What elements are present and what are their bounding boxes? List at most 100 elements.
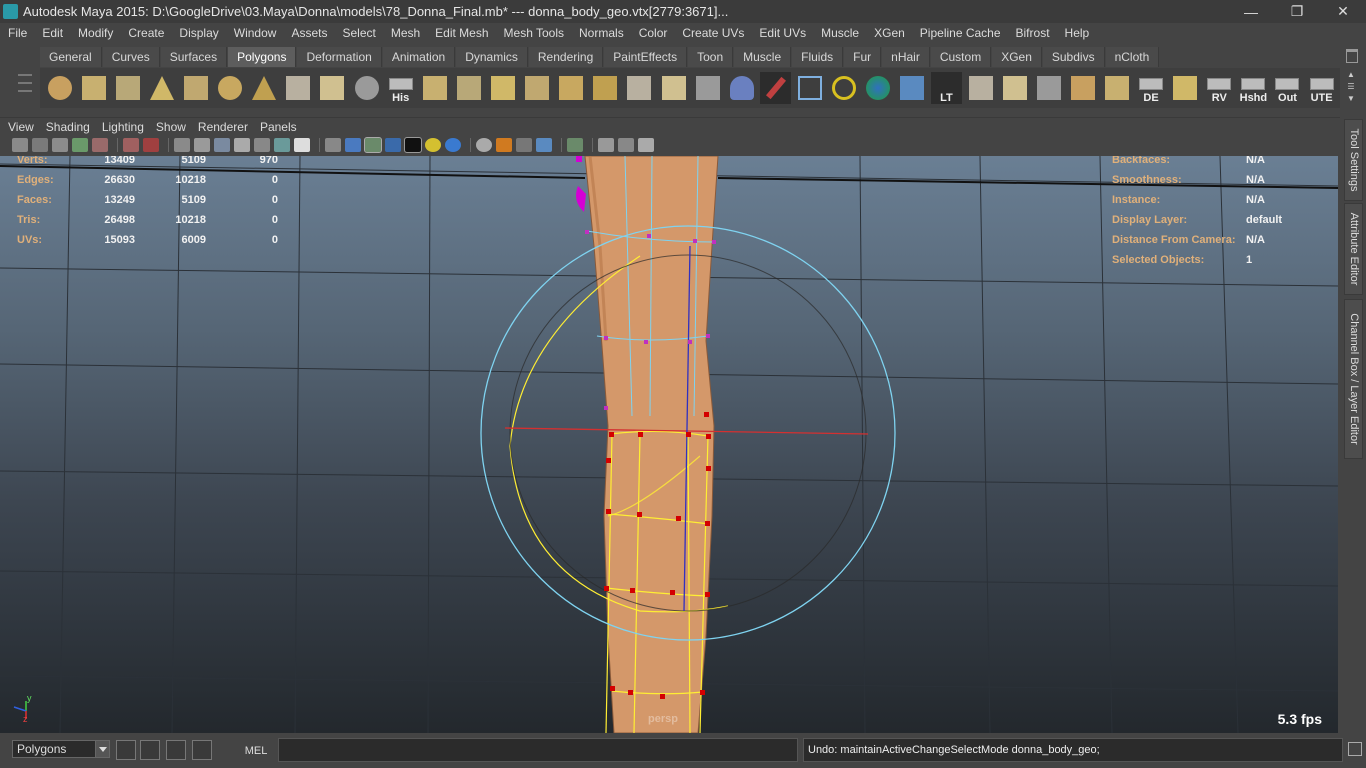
shelf-tab-general[interactable]: General — [40, 47, 102, 67]
outliner-icon[interactable] — [166, 740, 186, 760]
panel-menu-view[interactable]: View — [0, 120, 38, 134]
lt-icon[interactable]: LT — [930, 72, 962, 104]
motion-blur-icon[interactable] — [496, 138, 512, 152]
shaded-icon[interactable] — [345, 138, 361, 152]
menu-edit[interactable]: Edit — [34, 26, 70, 40]
rv-icon[interactable]: RV — [1204, 72, 1235, 104]
scroll-up-icon[interactable]: ▲ — [1344, 70, 1358, 82]
poly-plane-icon[interactable] — [180, 72, 211, 104]
tab-attribute-editor[interactable]: Attribute Editor — [1344, 203, 1363, 295]
shelf-tab-subdivs[interactable]: Subdivs — [1042, 47, 1105, 67]
textured-icon[interactable] — [385, 138, 401, 152]
menu-display[interactable]: Display — [171, 26, 225, 40]
shelf-tab-fur[interactable]: Fur — [844, 47, 882, 67]
shelf-tab-muscle[interactable]: Muscle — [734, 47, 792, 67]
shelf-tab-dynamics[interactable]: Dynamics — [456, 47, 528, 67]
insert-loop-icon[interactable] — [556, 72, 587, 104]
bookmark-icon[interactable] — [52, 138, 68, 152]
hshd-icon[interactable]: Hshd — [1238, 72, 1269, 104]
menu-create[interactable]: Create — [120, 26, 171, 40]
menu-help[interactable]: Help — [1057, 26, 1097, 40]
camera-attr-icon[interactable] — [32, 138, 48, 152]
panel-menu-lighting[interactable]: Lighting — [94, 120, 148, 134]
ute-icon[interactable]: UTE — [1306, 72, 1337, 104]
extrude-icon[interactable] — [419, 72, 450, 104]
shelf-tab-toon[interactable]: Toon — [688, 47, 734, 67]
bevel-icon[interactable] — [453, 72, 484, 104]
scroll-down-icon[interactable]: ▼ — [1344, 94, 1358, 106]
restore-button[interactable]: ❐ — [1274, 0, 1320, 23]
mesh-select-4-icon[interactable] — [1067, 72, 1098, 104]
checker-icon[interactable] — [404, 137, 422, 153]
menu-color[interactable]: Color — [631, 26, 675, 40]
menu-mesh-tools[interactable]: Mesh Tools — [496, 26, 571, 40]
shelf-tab-deformation[interactable]: Deformation — [297, 47, 382, 67]
menu-create-uvs[interactable]: Create UVs — [674, 26, 751, 40]
merge-icon[interactable] — [624, 72, 655, 104]
poly-cone-icon[interactable] — [146, 72, 177, 104]
shelf-tab-xgen[interactable]: XGen — [992, 47, 1042, 67]
lock-camera-icon[interactable] — [123, 138, 139, 152]
shelf-tab-ncloth[interactable]: nCloth — [1105, 47, 1160, 67]
split-icon[interactable] — [522, 72, 553, 104]
de-icon[interactable]: DE — [1136, 72, 1167, 104]
shelf-tab-rendering[interactable]: Rendering — [528, 47, 604, 67]
xray-icon[interactable] — [274, 138, 290, 152]
out-icon[interactable]: Out — [1272, 72, 1303, 104]
script-editor-icon[interactable] — [1348, 742, 1362, 756]
bounding-box-icon[interactable] — [254, 138, 270, 152]
shelf-menu-icon[interactable]: ☰ — [1344, 82, 1358, 94]
shelf-handle[interactable] — [8, 48, 36, 108]
resolution-gate-icon[interactable] — [618, 138, 634, 152]
panel-menu-panels[interactable]: Panels — [252, 120, 301, 134]
panel-menu-show[interactable]: Show — [148, 120, 190, 134]
globe-icon[interactable] — [863, 72, 894, 104]
poly-sphere-icon[interactable] — [44, 72, 75, 104]
target-icon[interactable] — [829, 72, 860, 104]
film-gate-icon[interactable] — [143, 138, 159, 152]
menu-assets[interactable]: Assets — [283, 26, 334, 40]
snap-icon[interactable] — [116, 740, 136, 760]
soccer-ball-icon[interactable] — [351, 72, 382, 104]
append-polygon-icon[interactable] — [317, 72, 348, 104]
menu-mesh[interactable]: Mesh — [383, 26, 427, 40]
grid-toggle-icon[interactable] — [194, 138, 210, 152]
poly-torus-icon[interactable] — [215, 72, 246, 104]
image-plane-icon[interactable] — [72, 138, 88, 152]
toggle-panel-icon[interactable] — [140, 740, 160, 760]
menu-select[interactable]: Select — [334, 26, 382, 40]
smooth-shade-icon[interactable] — [214, 138, 230, 152]
history-icon[interactable]: His — [385, 72, 416, 104]
mesh-select-1-icon[interactable] — [965, 72, 996, 104]
trash-icon[interactable] — [1346, 49, 1358, 63]
uv-auto-icon[interactable] — [692, 72, 723, 104]
offset-loop-icon[interactable] — [590, 72, 621, 104]
poly-cube-icon[interactable] — [78, 72, 109, 104]
panel-menu-shading[interactable]: Shading — [38, 120, 94, 134]
chevron-down-icon[interactable] — [95, 741, 109, 757]
poly-pipe-icon[interactable] — [283, 72, 314, 104]
shelf-tab-polygons[interactable]: Polygons — [228, 47, 297, 67]
poly-pyramid-icon[interactable] — [249, 72, 280, 104]
shadows-icon[interactable] — [445, 138, 461, 152]
close-button[interactable]: ✕ — [1320, 0, 1366, 23]
menu-pipeline-cache[interactable]: Pipeline Cache — [912, 26, 1008, 40]
grease-pencil-icon[interactable] — [92, 138, 108, 152]
menu-file[interactable]: File — [0, 26, 34, 40]
xray-joints-icon[interactable] — [638, 138, 654, 152]
mesh-select-5-icon[interactable] — [1101, 72, 1132, 104]
mesh-select-2-icon[interactable] — [999, 72, 1030, 104]
wireframe-icon[interactable] — [174, 138, 190, 152]
shelf-scroll[interactable]: ▲ ☰ ▼ — [1344, 70, 1358, 106]
shelf-tab-nhair[interactable]: nHair — [882, 47, 930, 67]
wireframe-cube-icon[interactable] — [794, 72, 825, 104]
uv-planar-icon[interactable] — [658, 72, 689, 104]
menu-modify[interactable]: Modify — [70, 26, 120, 40]
menu-edit-mesh[interactable]: Edit Mesh — [427, 26, 495, 40]
menu-muscle[interactable]: Muscle — [813, 26, 866, 40]
menu-bifrost[interactable]: Bifrost — [1008, 26, 1057, 40]
menu-edit-uvs[interactable]: Edit UVs — [751, 26, 813, 40]
mesh-select-6-icon[interactable] — [1170, 72, 1201, 104]
ao-icon[interactable] — [476, 138, 492, 152]
tab-tool-settings[interactable]: Tool Settings — [1344, 119, 1363, 201]
